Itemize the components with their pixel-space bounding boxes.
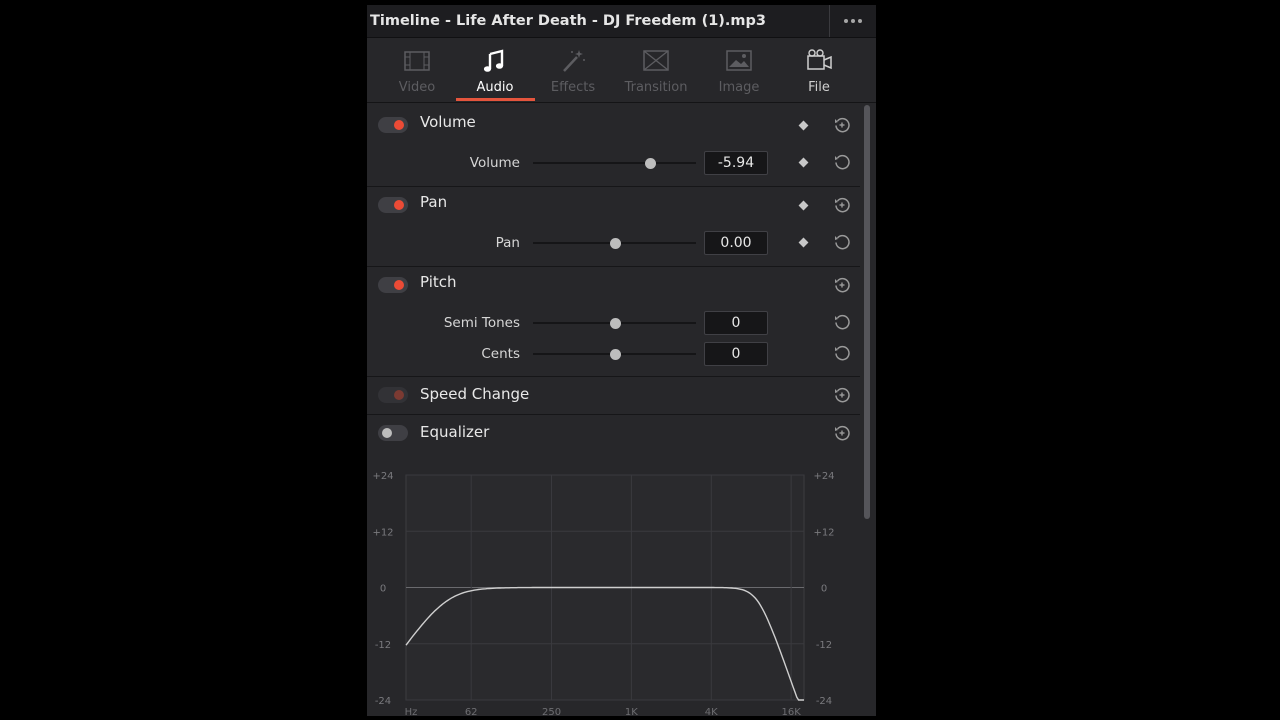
volume-slider[interactable] [533, 158, 696, 169]
volume-value-field[interactable]: -5.94 [704, 151, 768, 175]
eq-y-tick-label-right: -24 [816, 696, 832, 707]
magic-wand-icon [563, 50, 585, 72]
eq-x-tick-label: 250 [542, 707, 561, 716]
eq-y-tick-label-left: +24 [372, 471, 393, 482]
tab-transition[interactable]: Transition [616, 38, 696, 101]
image-icon [726, 50, 752, 71]
reset-all-icon[interactable] [833, 196, 851, 214]
section-title: Pitch [420, 273, 457, 291]
reset-icon[interactable] [833, 344, 851, 362]
cents-label: Cents [481, 346, 520, 362]
tab-label: Audio [476, 80, 514, 95]
tab-effects[interactable]: Effects [533, 38, 613, 101]
tab-label: Video [398, 80, 436, 95]
eq-y-tick-label-left: -24 [375, 696, 391, 707]
eq-x-tick-label: 62 [465, 707, 478, 716]
eq-y-tick-label-right: +24 [813, 471, 834, 482]
music-note-icon [483, 49, 504, 72]
volume-section-header: Volume [367, 103, 860, 141]
semi-tones-label: Semi Tones [443, 315, 520, 331]
reset-icon[interactable] [833, 153, 851, 171]
eq-y-tick-label-right: -12 [816, 640, 832, 651]
reset-all-icon[interactable] [833, 116, 851, 134]
keyframe-diamond-icon[interactable] [798, 237, 809, 248]
tab-audio[interactable]: Audio [455, 38, 535, 101]
eq-y-tick-label-left: 0 [380, 584, 386, 595]
inspector-panel: Timeline - Life After Death - DJ Freedem… [367, 5, 876, 716]
reset-all-icon[interactable] [833, 386, 851, 404]
keyframe-diamond-icon[interactable] [798, 157, 809, 168]
reset-all-icon[interactable] [833, 424, 851, 442]
pan-enable-toggle[interactable] [378, 197, 408, 213]
eq-graph[interactable]: +24 +24 +12 +12 0 0 -12 -12 -24 -24 Hz 62 250 1K 4K 16K [367, 467, 860, 716]
section-title: Speed Change [420, 385, 530, 403]
tab-video[interactable]: Video [377, 38, 457, 101]
semi-tones-slider[interactable] [533, 318, 696, 329]
equalizer-section-header: Equalizer [367, 415, 860, 453]
eq-y-tick-label-left: -12 [375, 640, 391, 651]
tab-label: File [808, 80, 830, 95]
eq-x-tick-label: 16K [781, 707, 801, 716]
eq-y-tick-label-left: +12 [372, 527, 393, 538]
section-title: Volume [420, 113, 476, 131]
reset-icon[interactable] [833, 233, 851, 251]
inspector-header: Timeline - Life After Death - DJ Freedem… [367, 5, 876, 38]
volume-enable-toggle[interactable] [378, 117, 408, 133]
pitch-section-header: Pitch [367, 267, 860, 305]
film-reel-icon [807, 49, 832, 70]
reset-all-icon[interactable] [833, 276, 851, 294]
tab-label: Image [718, 80, 760, 95]
film-icon [404, 51, 430, 71]
slider-thumb[interactable] [609, 318, 621, 329]
active-tab-indicator [456, 98, 535, 101]
tab-label: Transition [624, 80, 688, 95]
slider-thumb[interactable] [645, 158, 657, 169]
eq-x-tick-label: 1K [625, 707, 638, 716]
vertical-scrollbar[interactable] [862, 103, 872, 716]
slider-thumb[interactable] [609, 238, 621, 249]
eq-y-tick-label-right: 0 [821, 584, 827, 595]
transition-icon [643, 50, 669, 71]
pan-section-header: Pan [367, 187, 860, 225]
keyframe-diamond-icon[interactable] [798, 120, 809, 131]
more-options-button[interactable] [837, 9, 869, 33]
eq-y-tick-label-right: +12 [813, 527, 834, 538]
equalizer-enable-toggle[interactable] [378, 425, 408, 441]
scrollbar-thumb[interactable] [864, 105, 870, 519]
inspector-title: Timeline - Life After Death - DJ Freedem… [370, 13, 767, 29]
volume-label: Volume [469, 155, 520, 171]
speed-change-enable-toggle[interactable] [378, 387, 408, 403]
pan-value-field[interactable]: 0.00 [704, 231, 768, 255]
pitch-enable-toggle[interactable] [378, 277, 408, 293]
header-separator [829, 5, 830, 37]
cents-value-field[interactable]: 0 [704, 342, 768, 366]
keyframe-diamond-icon[interactable] [798, 200, 809, 211]
section-title: Pan [420, 193, 448, 211]
inspector-tabs: Video Audio Effects Transition Image Fil… [367, 38, 876, 103]
speed-change-section-header: Speed Change [367, 377, 860, 415]
slider-thumb[interactable] [609, 349, 621, 360]
tab-image[interactable]: Image [699, 38, 779, 101]
eq-x-tick-label: 4K [705, 707, 718, 716]
cents-slider[interactable] [533, 349, 696, 360]
eq-x-tick-label: Hz [405, 707, 418, 716]
reset-icon[interactable] [833, 313, 851, 331]
tab-file[interactable]: File [779, 38, 859, 101]
ellipsis-icon [844, 19, 848, 23]
tab-label: Effects [550, 80, 596, 95]
semi-tones-value-field[interactable]: 0 [704, 311, 768, 335]
section-title: Equalizer [420, 423, 490, 441]
pan-slider[interactable] [533, 238, 696, 249]
pan-label: Pan [495, 235, 520, 251]
